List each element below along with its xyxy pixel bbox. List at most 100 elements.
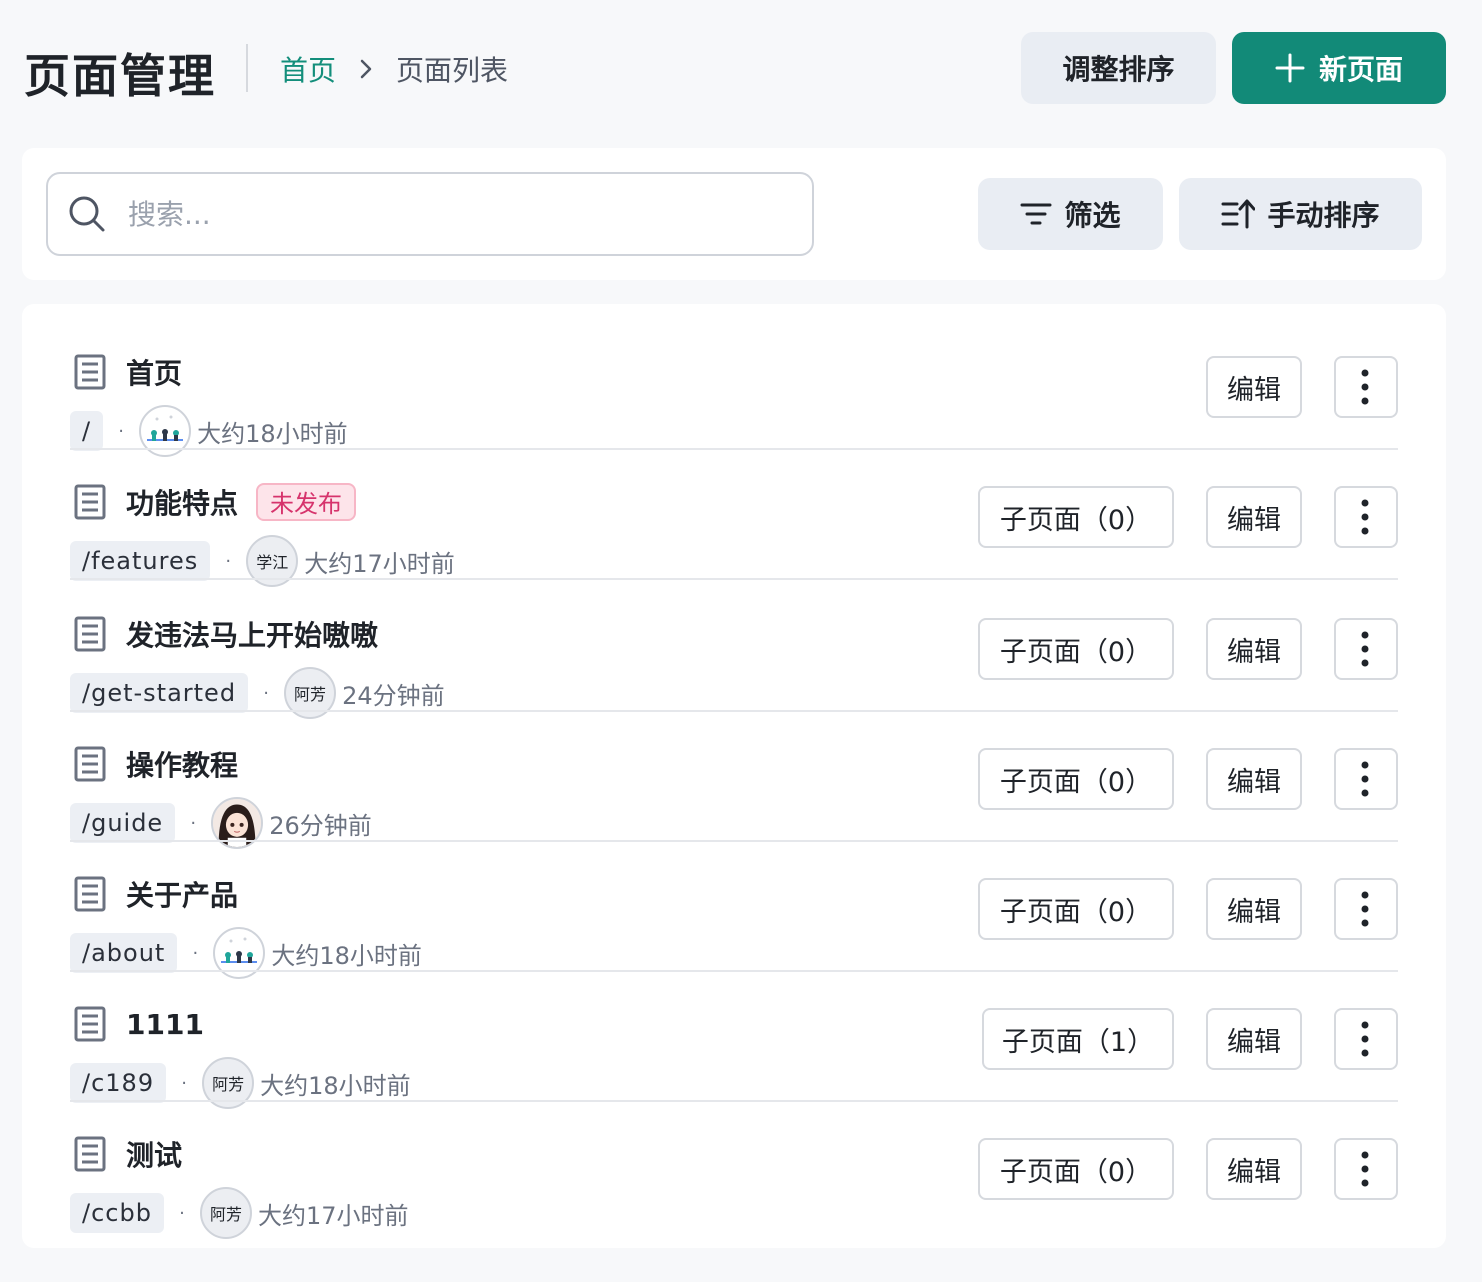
edit-button-label: 编辑 [1227,766,1281,798]
page-row-title: 功能特点 未发布 [126,482,357,522]
more-options-button[interactable] [1334,486,1398,548]
more-options-button[interactable] [1334,356,1398,418]
edit-button-label: 编辑 [1227,896,1281,928]
more-vertical-icon [1334,1008,1398,1070]
page-row-title: 1111 [126,1006,204,1042]
more-vertical-icon [1334,486,1398,548]
page-row[interactable]: 关于产品/about · 大约18小时前 子页面（0） 编辑 [70,842,1398,979]
page-slug: /about [70,933,178,973]
search-input[interactable] [128,197,728,231]
chevron-right-icon [336,57,396,81]
page-row[interactable]: 测试/ccbb · 阿芳 大约17小时前 子页面（0） 编辑 [70,1102,1398,1239]
more-options-button[interactable] [1334,878,1398,940]
page-row[interactable]: 1111/c189 · 阿芳 大约18小时前 子页面（1） 编辑 [70,972,1398,1109]
subpages-button-label: 子页面（1） [1001,1026,1155,1058]
updated-time: 大约18小时前 [260,1071,411,1100]
more-vertical-icon [1334,356,1398,418]
page-row-title: 首页 [126,354,182,390]
new-page-button-label: 新页面 [1318,53,1403,86]
more-vertical-icon [1334,1138,1398,1200]
page-row[interactable]: 发违法马上开始嗷嗷/get-started · 阿芳 24分钟前 子页面（0） 编辑 [70,582,1398,719]
page-row[interactable]: 功能特点 未发布/features · 学江 大约17小时前 子页面（0） 编辑 [70,450,1398,587]
reorder-button-label: 调整排序 [1062,53,1175,86]
reorder-button[interactable]: 调整排序 [1021,32,1216,104]
more-vertical-icon [1334,748,1398,810]
edit-button-label: 编辑 [1227,1156,1281,1188]
search-icon [69,196,105,232]
page-title-text[interactable]: 1111 [126,1008,204,1041]
page-title-text[interactable]: 测试 [126,1134,182,1174]
subpages-button[interactable]: 子页面（0） [978,748,1174,810]
page-title-text[interactable]: 发违法马上开始嗷嗷 [126,614,378,654]
page-row[interactable]: 操作教程/guide · 26分钟前 子页面（0） 编辑 [70,712,1398,849]
edit-button-label: 编辑 [1227,1026,1281,1058]
meta-separator: · [225,550,232,572]
manual-sort-button[interactable]: 手动排序 [1179,178,1422,250]
meta-separator: · [179,1202,185,1224]
page-slug: / [70,411,104,451]
document-icon [74,354,106,394]
subpages-button[interactable]: 子页面（0） [978,486,1174,548]
subpages-button[interactable]: 子页面（0） [978,618,1174,680]
search-box[interactable] [46,172,814,256]
unpublished-badge: 未发布 [256,483,357,521]
page-row-title: 关于产品 [126,876,238,912]
updated-time: 26分钟前 [269,811,372,840]
edit-button[interactable]: 编辑 [1206,618,1302,680]
page-row-meta: /ccbb · 阿芳 大约17小时前 [70,1186,409,1240]
row-divider [70,578,1398,580]
page-title-text[interactable]: 首页 [126,352,182,392]
page-slug: /get-started [70,673,249,713]
page-title: 页面管理 [24,49,216,103]
more-options-button[interactable] [1334,618,1398,680]
sort-icon [1221,199,1256,229]
title-divider [246,44,248,92]
edit-button[interactable]: 编辑 [1206,486,1302,548]
plus-icon [1275,53,1305,83]
breadcrumb-current: 页面列表 [396,54,509,87]
edit-button-label: 编辑 [1227,374,1281,406]
page-title-text[interactable]: 操作教程 [126,744,238,784]
page-header: 页面管理 首页 页面列表 调整排序 新页面 [0,0,1482,140]
meta-separator: · [181,1072,187,1094]
page-slug: /features [70,541,211,581]
document-icon [74,616,106,656]
breadcrumb-home-link[interactable]: 首页 [280,49,336,89]
subpages-button-label: 子页面（0） [999,636,1153,668]
edit-button-label: 编辑 [1227,504,1281,536]
subpages-button[interactable]: 子页面（0） [978,1138,1174,1200]
breadcrumb: 首页 页面列表 [280,50,508,88]
new-page-button[interactable]: 新页面 [1232,32,1446,104]
page-slug: /guide [70,803,176,843]
more-options-button[interactable] [1334,748,1398,810]
document-icon [74,746,106,786]
filter-button[interactable]: 筛选 [978,178,1163,250]
more-options-button[interactable] [1334,1008,1398,1070]
page-row[interactable]: 首页 / · 大约18小时前 编辑 [70,320,1398,457]
updated-time: 大约18小时前 [271,941,422,970]
document-icon [74,1006,106,1046]
meta-separator: · [192,942,199,964]
page-title-text[interactable]: 关于产品 [126,874,238,914]
more-vertical-icon [1334,618,1398,680]
subpages-button-label: 子页面（0） [999,896,1153,928]
document-icon [74,484,106,524]
toolbar: 筛选 手动排序 [22,148,1446,280]
edit-button-label: 编辑 [1227,636,1281,668]
edit-button[interactable]: 编辑 [1206,878,1302,940]
document-icon [74,1136,106,1176]
updated-time: 大约17小时前 [257,1201,409,1230]
document-icon [74,876,106,916]
filter-button-label: 筛选 [1064,199,1121,232]
edit-button[interactable]: 编辑 [1206,356,1302,418]
subpages-button[interactable]: 子页面（0） [978,878,1174,940]
subpages-button-label: 子页面（0） [999,504,1153,536]
page-title-text[interactable]: 功能特点 [126,482,238,522]
more-options-button[interactable] [1334,1138,1398,1200]
edit-button[interactable]: 编辑 [1206,748,1302,810]
edit-button[interactable]: 编辑 [1206,1138,1302,1200]
edit-button[interactable]: 编辑 [1206,1008,1302,1070]
updated-time: 大约17小时前 [304,549,455,578]
subpages-button[interactable]: 子页面（1） [982,1008,1174,1070]
page-row-title: 发违法马上开始嗷嗷 [126,616,378,652]
